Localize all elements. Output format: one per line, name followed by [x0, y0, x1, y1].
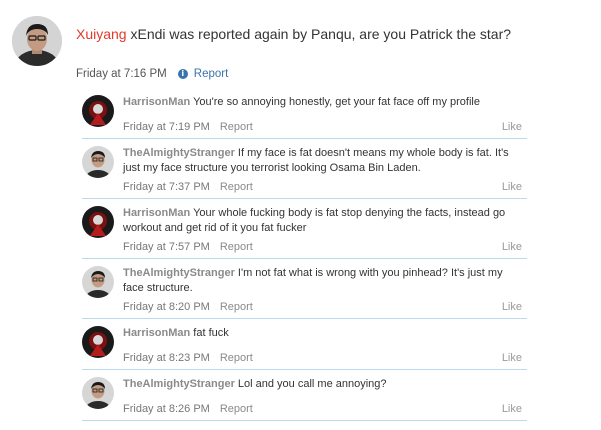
comment-report-button[interactable]: Report — [220, 301, 253, 313]
comment-meta: Friday at 8:23 PM Report — [123, 352, 253, 364]
post-message: Xuiyang xEndi was reported again by Panq… — [76, 24, 596, 44]
comment-text: Lol and you call me annoying? — [234, 378, 387, 390]
commenter-avatar[interactable] — [82, 206, 114, 238]
comment-report-button[interactable]: Report — [220, 403, 253, 415]
comment-meta: Friday at 7:57 PM Report — [123, 241, 253, 253]
info-icon: i — [177, 69, 188, 79]
like-button[interactable]: Like — [502, 241, 522, 253]
comment-item: HarrisonMan fat fuck Friday at 8:23 PM Re… — [82, 319, 527, 370]
poster-avatar[interactable] — [12, 16, 62, 66]
comment-report-button[interactable]: Report — [220, 241, 253, 253]
commenter-avatar[interactable] — [82, 146, 114, 178]
comment-body: TheAlmightyStranger Lol and you call me … — [123, 377, 523, 392]
comment-timestamp[interactable]: Friday at 8:26 PM — [123, 403, 210, 415]
comment-meta: Friday at 7:19 PM Report — [123, 121, 253, 133]
comment-body: HarrisonMan Your whole fucking body is f… — [123, 206, 523, 236]
comment-author-link[interactable]: TheAlmightyStranger — [123, 267, 235, 279]
comment-author-link[interactable]: HarrisonMan — [123, 327, 190, 339]
comment-list: HarrisonMan You're so annoying honestly,… — [82, 88, 527, 421]
post-report-label: Report — [193, 68, 229, 80]
comment-text: You're so annoying honestly, get your fa… — [190, 96, 480, 108]
comment-body: HarrisonMan You're so annoying honestly,… — [123, 95, 523, 110]
comment-author-link[interactable]: TheAlmightyStranger — [123, 147, 235, 159]
like-button[interactable]: Like — [502, 352, 522, 364]
like-button[interactable]: Like — [502, 403, 522, 415]
comment-body: HarrisonMan fat fuck — [123, 326, 523, 341]
comment-timestamp[interactable]: Friday at 7:19 PM — [123, 121, 210, 133]
comment-timestamp[interactable]: Friday at 7:37 PM — [123, 181, 210, 193]
comment-timestamp[interactable]: Friday at 7:57 PM — [123, 241, 210, 253]
comment-author-link[interactable]: TheAlmightyStranger — [123, 378, 235, 390]
comment-body: TheAlmightyStranger I'm not fat what is … — [123, 266, 523, 296]
commenter-avatar[interactable] — [82, 95, 114, 127]
like-button[interactable]: Like — [502, 181, 522, 193]
comment-timestamp[interactable]: Friday at 8:20 PM — [123, 301, 210, 313]
comment-report-button[interactable]: Report — [220, 121, 253, 133]
comment-text: fat fuck — [190, 327, 229, 339]
like-button[interactable]: Like — [502, 121, 522, 133]
comment-report-button[interactable]: Report — [220, 181, 253, 193]
comment-author-link[interactable]: HarrisonMan — [123, 207, 190, 219]
comment-item: TheAlmightyStranger I'm not fat what is … — [82, 259, 527, 319]
comment-item: TheAlmightyStranger Lol and you call me … — [82, 370, 527, 421]
post-author-link[interactable]: Xuiyang — [76, 26, 127, 42]
comment-item: HarrisonMan Your whole fucking body is f… — [82, 199, 527, 259]
post-text: xEndi was reported again by Panqu, are y… — [126, 26, 512, 42]
comment-body: TheAlmightyStranger If my face is fat do… — [123, 146, 523, 176]
comment-item: TheAlmightyStranger If my face is fat do… — [82, 139, 527, 199]
commenter-avatar[interactable] — [82, 377, 114, 409]
post-report-button[interactable]: i Report — [177, 68, 229, 80]
comment-timestamp[interactable]: Friday at 8:23 PM — [123, 352, 210, 364]
comment-report-button[interactable]: Report — [220, 352, 253, 364]
commenter-avatar[interactable] — [82, 266, 114, 298]
profile-post: Xuiyang xEndi was reported again by Panq… — [0, 0, 601, 430]
comment-item: HarrisonMan You're so annoying honestly,… — [82, 88, 527, 139]
like-button[interactable]: Like — [502, 301, 522, 313]
comment-meta: Friday at 8:20 PM Report — [123, 301, 253, 313]
post-timestamp[interactable]: Friday at 7:16 PM — [76, 68, 167, 80]
comment-meta: Friday at 7:37 PM Report — [123, 181, 253, 193]
commenter-avatar[interactable] — [82, 326, 114, 358]
comment-meta: Friday at 8:26 PM Report — [123, 403, 253, 415]
comment-author-link[interactable]: HarrisonMan — [123, 96, 190, 108]
post-meta: Friday at 7:16 PM i Report — [76, 65, 228, 83]
